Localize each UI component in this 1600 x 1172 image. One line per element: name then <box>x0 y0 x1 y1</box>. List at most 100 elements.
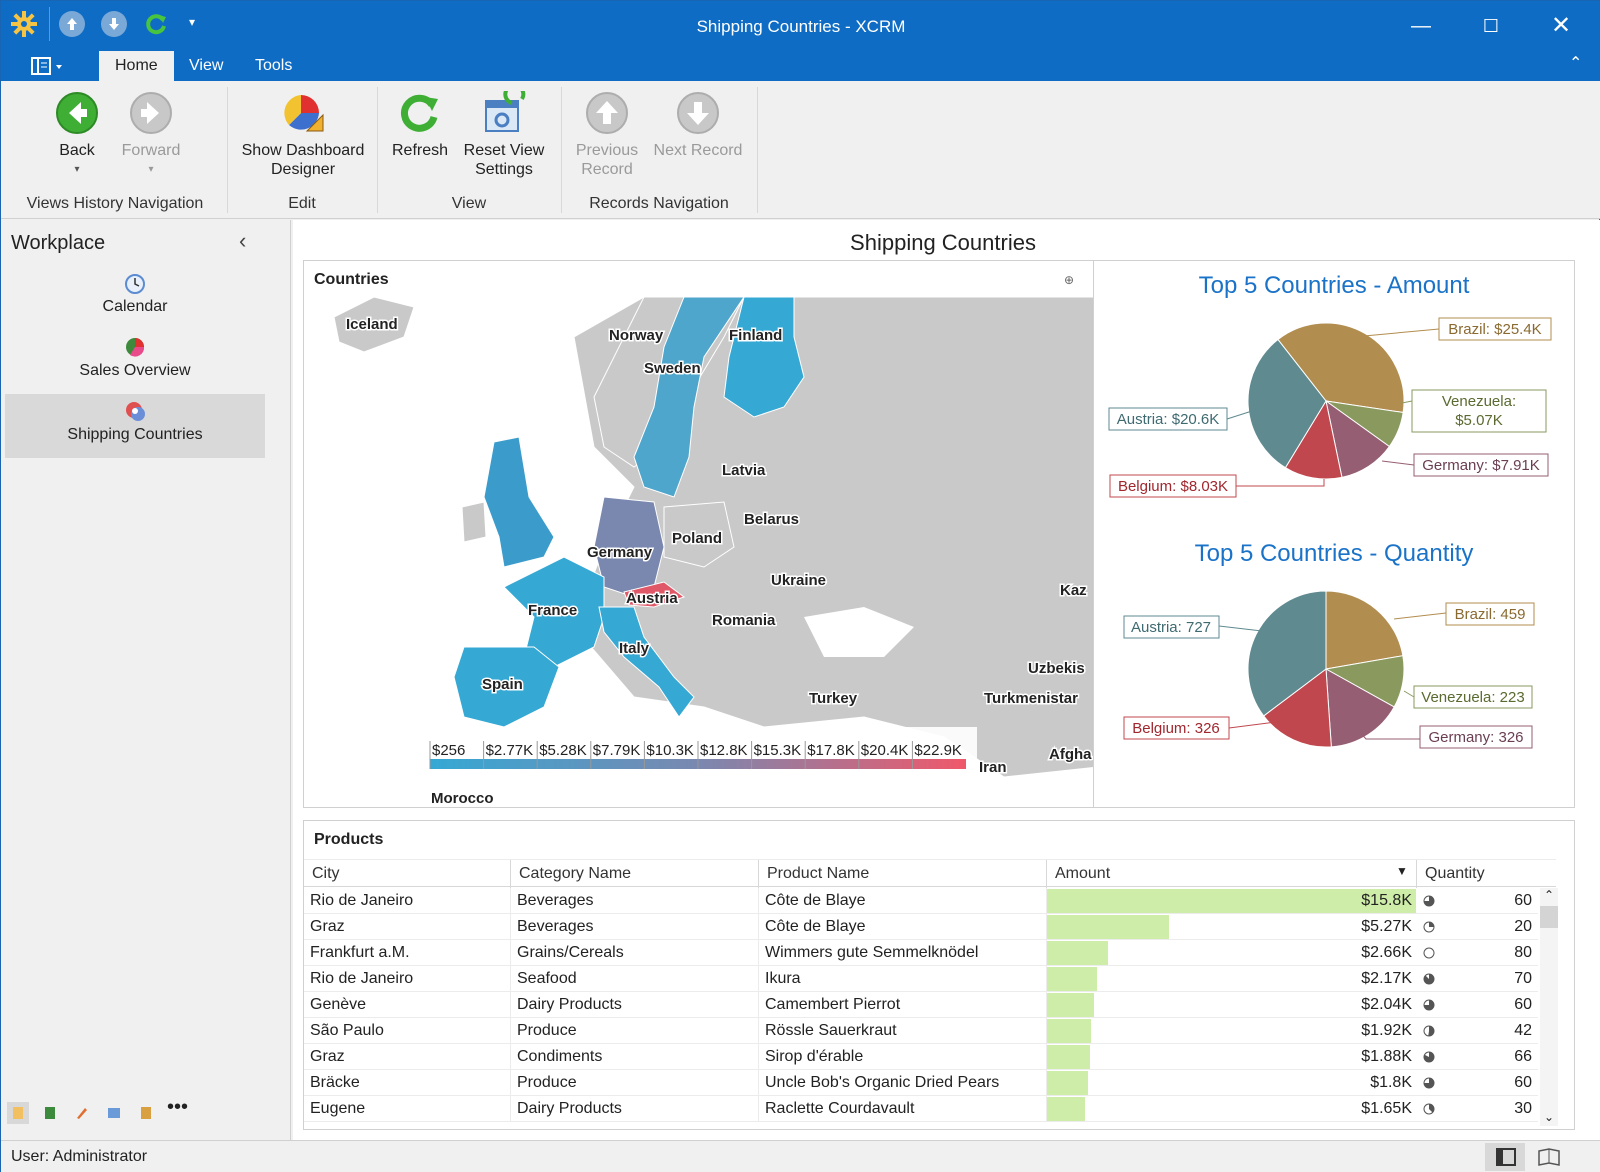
column-header-product-name[interactable]: Product Name <box>758 860 1046 888</box>
table-row[interactable]: Rio de Janeiro Seafood Ikura $2.17K 70 <box>304 966 1538 992</box>
column-header-category-name[interactable]: Category Name <box>510 860 758 888</box>
refresh-button[interactable]: Refresh <box>387 91 453 160</box>
reset-view-settings-button[interactable]: Reset View Settings <box>461 83 547 179</box>
cell-product: Ikura <box>758 966 1046 992</box>
back-button[interactable]: Back ▾ <box>45 91 109 179</box>
show-dashboard-designer-button[interactable]: Show Dashboard Designer <box>237 91 369 179</box>
quantity-indicator-icon <box>1416 1044 1436 1070</box>
refresh-icon <box>398 91 442 135</box>
cell-quantity: 42 <box>1514 1022 1532 1039</box>
cell-amount: $2.66K <box>1046 940 1416 966</box>
map-label-italy: Italy <box>619 640 650 657</box>
scroll-thumb[interactable] <box>1540 906 1558 928</box>
dashboard-title: Shipping Countries <box>850 230 1036 255</box>
sort-descending-icon[interactable]: ▼ <box>1396 864 1408 878</box>
status-user: User: Administrator <box>11 1148 148 1165</box>
group-records-navigation: Records Navigation <box>589 195 729 212</box>
table-row[interactable]: Bräcke Produce Uncle Bob's Organic Dried P… <box>304 1070 1538 1096</box>
close-icon[interactable]: ✕ <box>1546 11 1576 41</box>
show-dashboard-designer-label: Show Dashboard Designer <box>241 142 365 178</box>
reading-view-icon[interactable] <box>1529 1143 1569 1171</box>
previous-record-label: Previous Record <box>575 142 639 178</box>
nav-pane-navigation-icon[interactable] <box>7 1102 29 1124</box>
tab-home[interactable]: Home <box>99 51 174 81</box>
sales-overview-icon <box>124 336 146 358</box>
cell-product: Wimmers gute Semmelknödel <box>758 940 1046 966</box>
map-color-legend: $256 $2.77K $5.28K $7.79K $10.3K $12.8K $15.3K… <box>422 727 977 777</box>
legend-tick-label: $22.9K <box>914 742 962 759</box>
nav-pane-tasks-icon[interactable] <box>103 1102 125 1129</box>
europe-map[interactable]: Iceland Norway Finland Sweden Latvia Bel… <box>304 297 1098 807</box>
table-row[interactable]: Graz Condiments Sirop d'érable $1.88K 66 <box>304 1044 1538 1070</box>
tab-view[interactable]: View <box>173 51 239 81</box>
collapse-ribbon-icon[interactable]: ⌃ <box>1569 53 1582 73</box>
pie-amount-title: Top 5 Countries - Amount <box>1199 272 1470 299</box>
cell-city: Bräcke <box>310 1074 360 1091</box>
scroll-down-icon[interactable]: ⌄ <box>1540 1110 1558 1124</box>
nav-pane-excel-icon[interactable] <box>39 1102 61 1129</box>
cell-quantity: 66 <box>1514 1048 1532 1065</box>
legend-tick-label: $2.77K <box>486 742 534 759</box>
previous-record-button[interactable]: Previous Record <box>571 91 643 179</box>
pie-qty-label-austria: Austria: 727 <box>1131 619 1211 636</box>
forward-button[interactable]: Forward ▾ <box>113 91 189 179</box>
table-row[interactable]: Graz Beverages Côte de Blaye $5.27K 20 <box>304 914 1538 940</box>
map-label-norway: Norway <box>609 327 664 344</box>
column-header-amount[interactable]: Amount <box>1046 860 1416 888</box>
next-record-button[interactable]: Next Record <box>651 91 745 160</box>
map-label-romania: Romania <box>712 612 776 629</box>
cell-amount: $1.92K <box>1046 1018 1416 1044</box>
map-label-turkmenistan: Turkmenistar <box>984 690 1078 707</box>
sidebar-item-sales-overview[interactable]: Sales Overview <box>5 330 265 394</box>
window-title: Shipping Countries - XCRM <box>696 17 906 36</box>
minimize-icon[interactable]: — <box>1406 11 1436 41</box>
cell-city: Graz <box>310 1048 345 1065</box>
nav-pane-notes-icon[interactable] <box>135 1102 157 1129</box>
scroll-up-icon[interactable]: ⌃ <box>1540 888 1558 902</box>
cell-product: Camembert Pierrot <box>758 992 1046 1018</box>
column-header-quantity[interactable]: Quantity <box>1416 860 1538 888</box>
workplace-sidebar: Workplace ‹ Calendar Sales Overview Ship… <box>1 220 291 1140</box>
collapse-sidebar-icon[interactable]: ‹ <box>239 228 246 254</box>
group-edit: Edit <box>288 195 316 212</box>
maximize-icon[interactable]: ☐ <box>1476 11 1506 41</box>
pie-amount-label-brazil: Brazil: $25.4K <box>1448 321 1541 338</box>
table-row[interactable]: Eugene Dairy Products Raclette Courdavault… <box>304 1096 1538 1122</box>
forward-arrow-icon <box>129 91 173 135</box>
nav-pane-rocket-icon[interactable] <box>71 1102 93 1129</box>
table-row[interactable]: São Paulo Produce Rössle Sauerkraut $1.92K 4… <box>304 1018 1538 1044</box>
column-header-city[interactable]: City <box>304 860 510 888</box>
map-country-ireland[interactable] <box>461 501 487 543</box>
pie-qty-label-brazil: Brazil: 459 <box>1455 606 1526 623</box>
table-row[interactable]: Genève Dairy Products Camembert Pierrot $2.… <box>304 992 1538 1018</box>
pie-qty-title: Top 5 Countries - Quantity <box>1195 540 1474 567</box>
map-label-sweden: Sweden <box>644 360 701 377</box>
table-row[interactable]: Frankfurt a.M. Grains/Cereals Wimmers gute… <box>304 940 1538 966</box>
app-window: ▾ Shipping Countries - XCRM — ☐ ✕ Home V… <box>0 0 1600 1172</box>
legend-tick-label: $5.28K <box>539 742 587 759</box>
more-icon[interactable]: ••• <box>167 1096 188 1119</box>
legend-tick-label: $20.4K <box>861 742 909 759</box>
quantity-indicator-icon <box>1416 1070 1436 1096</box>
normal-view-icon[interactable] <box>1485 1143 1525 1171</box>
cell-amount: $2.17K <box>1046 966 1416 992</box>
zoom-icon[interactable]: ⊕ <box>1064 273 1074 287</box>
cell-amount: $1.8K <box>1046 1070 1416 1096</box>
next-record-label: Next Record <box>653 142 743 159</box>
table-row[interactable]: Rio de Janeiro Beverages Côte de Blaye $15.… <box>304 888 1538 914</box>
quantity-indicator-icon <box>1416 888 1436 914</box>
sidebar-item-calendar[interactable]: Calendar <box>5 266 265 330</box>
sidebar-item-shipping-countries[interactable]: Shipping Countries <box>5 394 265 458</box>
map-label-poland: Poland <box>672 530 722 547</box>
cell-city: Frankfurt a.M. <box>310 944 410 961</box>
title-bar: ▾ Shipping Countries - XCRM — ☐ ✕ Home V… <box>1 1 1600 81</box>
tab-tools[interactable]: Tools <box>239 51 308 81</box>
app-menu-icon[interactable] <box>29 55 69 77</box>
refresh-label: Refresh <box>391 142 449 159</box>
map-label-morocco: Morocco <box>431 790 494 807</box>
sidebar-item-sales-overview-label: Sales Overview <box>79 362 191 379</box>
map-label-ukraine: Ukraine <box>771 572 826 589</box>
reset-view-settings-icon <box>482 83 526 135</box>
ribbon: Back ▾ Forward ▾ Show Dashboard Designer R… <box>1 81 1600 219</box>
grid-scrollbar[interactable]: ⌃ ⌄ <box>1540 888 1558 1126</box>
